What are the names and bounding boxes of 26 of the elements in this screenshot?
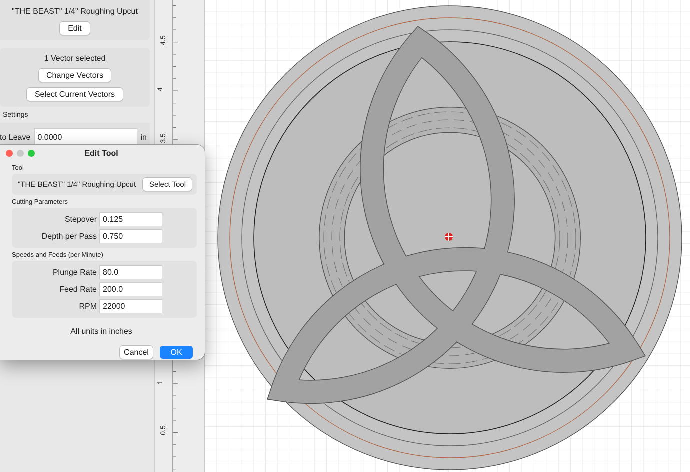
tool-name: "THE BEAST" 1/4" Roughing Upcut: [12, 7, 138, 16]
dialog-button[interactable]: OK: [160, 346, 193, 359]
close-button[interactable]: [6, 150, 13, 156]
field-label: to Leave: [0, 132, 31, 142]
edit-button[interactable]: Edit: [60, 22, 90, 35]
field-label: RPM: [79, 302, 97, 311]
input-field[interactable]: 0.750: [100, 230, 162, 243]
field-label: Plunge Rate: [52, 268, 97, 277]
change-vectors-button[interactable]: Change Vectors: [38, 69, 112, 82]
origin-marker-icon: [444, 232, 454, 242]
select-current-vectors-button[interactable]: Select Current Vectors: [26, 88, 124, 101]
field-label: Feed Rate: [60, 285, 97, 294]
vector-status: 1 Vector selected: [44, 54, 106, 63]
input-field[interactable]: 0.125: [100, 213, 162, 226]
allowance-field[interactable]: 0.0000: [34, 129, 137, 145]
unit-label: in: [140, 132, 147, 142]
dialog-button[interactable]: Cancel: [120, 346, 153, 359]
input-field[interactable]: 22000: [100, 300, 162, 313]
zoom-button[interactable]: [28, 150, 35, 156]
field-label: Stepover: [64, 215, 97, 224]
minimize-button[interactable]: [17, 150, 24, 156]
input-field[interactable]: 200.0: [100, 283, 162, 296]
input-field[interactable]: 80.0: [100, 266, 162, 279]
dialog-title: Edit Tool: [84, 148, 118, 158]
units-note: All units in inches: [70, 327, 134, 336]
field-label: Depth per Pass: [42, 232, 97, 241]
